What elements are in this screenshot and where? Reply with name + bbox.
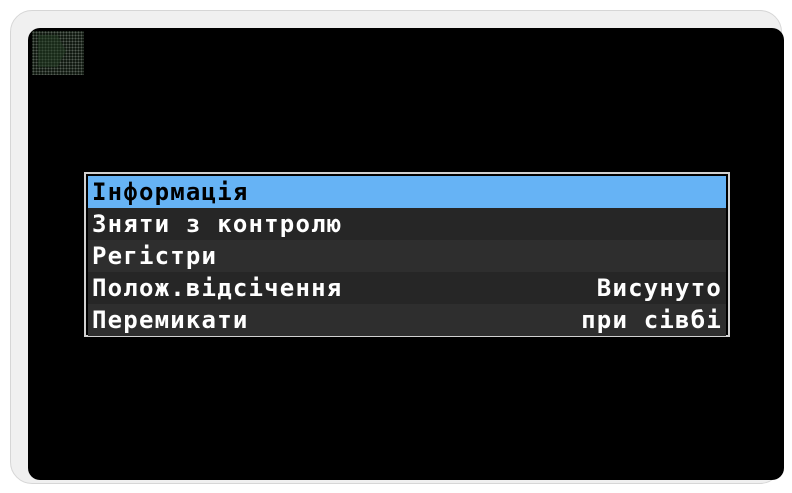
display-screen: Інформація Зняти з контролю Регістри Пол… bbox=[28, 28, 784, 480]
menu-item-label: Регістри bbox=[92, 242, 218, 270]
settings-menu: Інформація Зняти з контролю Регістри Пол… bbox=[84, 172, 730, 337]
menu-item-value: при сівбі bbox=[581, 306, 722, 334]
menu-item-cutoff-position[interactable]: Полож.відсічення Висунуто bbox=[88, 272, 726, 304]
menu-item-label: Зняти з контролю bbox=[92, 210, 343, 238]
menu-item-label: Перемикати bbox=[92, 306, 249, 334]
menu-item-remove-from-control[interactable]: Зняти з контролю bbox=[88, 208, 726, 240]
status-indicator-icon bbox=[32, 31, 84, 75]
menu-item-value: Висунуто bbox=[596, 274, 722, 302]
status-indicator-glyph bbox=[38, 35, 66, 67]
menu-item-information[interactable]: Інформація bbox=[88, 176, 726, 208]
menu-item-registers[interactable]: Регістри bbox=[88, 240, 726, 272]
menu-item-label: Інформація bbox=[92, 178, 249, 206]
menu-item-switch[interactable]: Перемикати при сівбі bbox=[88, 304, 726, 336]
menu-item-label: Полож.відсічення bbox=[92, 274, 343, 302]
